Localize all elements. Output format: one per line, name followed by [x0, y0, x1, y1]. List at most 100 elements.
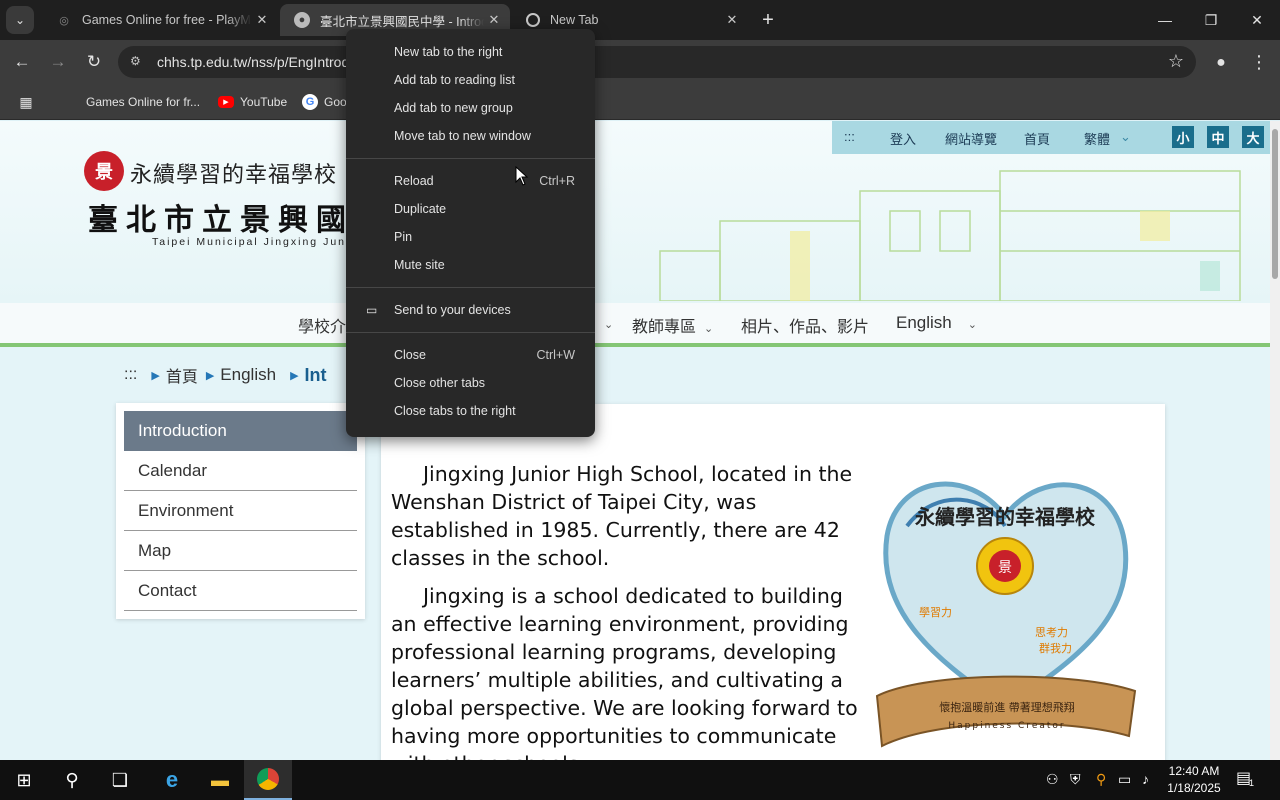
notification-button[interactable]: ▤ 1	[1236, 768, 1258, 790]
nav-english[interactable]: English ⌄	[896, 313, 977, 333]
clock-time: 12:40 AM	[1168, 764, 1220, 778]
edge-icon: e	[165, 767, 179, 792]
screen: { "tabs": [ {"title": "Games Online for …	[0, 0, 1280, 800]
bookmark-star-icon[interactable]: ☆	[1168, 51, 1184, 72]
task-view-icon: ❏	[111, 769, 129, 790]
task-view-button[interactable]: ❏	[96, 760, 144, 800]
menu-item-label: Close	[394, 348, 426, 362]
menu-shortcut: Ctrl+R	[539, 174, 575, 188]
accesskey-marker[interactable]: :::	[844, 129, 855, 144]
nav-teachers[interactable]: 教師專區 ⌄	[632, 313, 713, 337]
emblem-seal-glyph: 景	[998, 560, 1012, 576]
minimize-icon: —	[1158, 12, 1172, 28]
arrow-left-icon: ←	[13, 52, 31, 71]
language-select[interactable]: 繁體	[1084, 129, 1110, 148]
main-nav: 學校介 ⌄ 教師專區 ⌄ 相片、作品、影片 English ⌄	[0, 303, 1270, 347]
menu-item-mute-site[interactable]: Mute site	[346, 251, 595, 279]
bookmark-games[interactable]: Games Online for fr...	[64, 92, 200, 112]
minimize-button[interactable]: —	[1142, 0, 1188, 40]
emblem-ring-text: 永續學習的幸福學校	[914, 505, 1096, 529]
restore-icon: ❐	[1204, 11, 1218, 28]
sidebar-item-environment[interactable]: Environment	[124, 491, 357, 531]
menu-item-new-tab-right[interactable]: New tab to the right	[346, 38, 595, 66]
tab-search-button[interactable]: ⌄	[6, 6, 34, 34]
font-size-medium-button[interactable]: 中	[1207, 126, 1229, 148]
menu-item-close-other[interactable]: Close other tabs	[346, 369, 595, 397]
chevron-down-icon: ⌄	[1120, 129, 1131, 144]
intro-paragraph-1: Jingxing Junior High School, located in …	[391, 462, 853, 570]
emblem-left-badge: 學習力	[919, 606, 952, 619]
menu-item-close-right[interactable]: Close tabs to the right	[346, 397, 595, 425]
chrome-taskbar-button[interactable]	[244, 760, 292, 800]
menu-item-pin[interactable]: Pin	[346, 223, 595, 251]
gamepad-icon: ◎	[59, 14, 69, 27]
breadcrumb-current: Int	[304, 364, 327, 385]
tab-games[interactable]: ◎ Games Online for free - PlayMin ✕	[42, 4, 278, 36]
menu-item-send-devices[interactable]: ▭ Send to your devices	[346, 296, 595, 324]
page-scrollbar[interactable]	[1270, 121, 1280, 760]
sidebar-item-map[interactable]: Map	[124, 531, 357, 571]
back-button[interactable]: ←	[10, 50, 34, 74]
address-bar[interactable]: ⚙ chhs.tp.edu.tw/nss/p/EngIntroduction ☆	[118, 46, 1196, 78]
login-link[interactable]: 登入	[890, 129, 916, 148]
system-clock[interactable]: 12:40 AM 1/18/2025	[1160, 763, 1228, 797]
sitemap-link[interactable]: 網站導覽	[945, 129, 997, 148]
restore-button[interactable]: ❐	[1188, 0, 1234, 40]
menu-item-duplicate[interactable]: Duplicate	[346, 195, 595, 223]
reload-button[interactable]: ↻	[82, 50, 106, 74]
tab-context-menu: New tab to the right Add tab to reading …	[346, 29, 595, 437]
breadcrumb-home[interactable]: 首頁	[166, 363, 198, 387]
chrome-icon	[257, 768, 279, 790]
menu-item-label: Duplicate	[394, 202, 447, 216]
mouse-cursor-icon	[515, 166, 529, 186]
bookmarks-bar: ▦ Games Online for fr... ▶ YouTube G Goo	[0, 84, 1280, 120]
plus-icon: +	[762, 8, 774, 31]
bookmark-label: YouTube	[240, 95, 288, 109]
menu-separator	[346, 332, 595, 333]
school-emblem-image: 景 永續學習的幸福學校 學習力 思考力 群我力 懷抱溫暖前進 帶著理想飛翔 Ha…	[875, 481, 1137, 748]
menu-item-reload[interactable]: Reload Ctrl+R	[346, 167, 595, 195]
menu-item-close[interactable]: Close Ctrl+W	[346, 341, 595, 369]
close-icon[interactable]: ✕	[252, 12, 272, 28]
network-icon[interactable]: ▭	[1118, 771, 1131, 788]
defender-icon[interactable]: ⛨	[1070, 771, 1081, 788]
menu-item-move-new-window[interactable]: Move tab to new window	[346, 122, 595, 150]
font-size-small-button[interactable]: 小	[1172, 126, 1194, 148]
close-icon[interactable]: ✕	[484, 12, 504, 28]
new-tab-button[interactable]: +	[756, 8, 780, 32]
volume-icon[interactable]: ♪	[1142, 771, 1149, 787]
search-tray-icon[interactable]: ⚲	[1096, 771, 1106, 788]
menu-item-label: Mute site	[394, 258, 445, 272]
font-size-large-button[interactable]: 大	[1242, 126, 1264, 148]
sidebar-item-introduction[interactable]: Introduction	[124, 411, 357, 451]
nav-media[interactable]: 相片、作品、影片	[741, 313, 869, 337]
people-icon[interactable]: ⚇	[1046, 771, 1059, 788]
menu-item-add-tab-group[interactable]: Add tab to new group	[346, 94, 595, 122]
nav-school-intro[interactable]: 學校介	[298, 313, 346, 337]
sidebar-item-contact[interactable]: Contact	[124, 571, 357, 611]
forward-button[interactable]: →	[46, 50, 70, 74]
menu-item-add-reading-list[interactable]: Add tab to reading list	[346, 66, 595, 94]
emblem-right-badge-2: 群我力	[1039, 641, 1072, 655]
bookmark-google[interactable]: G Goo	[302, 92, 347, 112]
edge-button[interactable]: e	[148, 760, 196, 800]
tab-title: 臺北市立景興國民中學 - Introduction	[320, 14, 484, 29]
sidebar-item-calendar[interactable]: Calendar	[124, 451, 357, 491]
file-explorer-button[interactable]: ▬	[196, 760, 244, 800]
tab-title: New Tab	[550, 13, 599, 27]
scrollbar-thumb[interactable]	[1272, 129, 1278, 279]
home-link[interactable]: 首頁	[1024, 129, 1050, 148]
close-window-button[interactable]: ✕	[1234, 0, 1280, 40]
menu-button[interactable]: ⋮	[1248, 50, 1270, 74]
profile-button[interactable]: ●	[1208, 50, 1234, 76]
breadcrumb-english[interactable]: English	[220, 365, 276, 385]
apps-button[interactable]: ▦	[18, 92, 40, 112]
search-button[interactable]: ⚲	[48, 760, 96, 800]
site-info-icon[interactable]: ⚙	[130, 54, 146, 70]
menu-item-label: Pin	[394, 230, 413, 244]
nav-label: 相片、作品、影片	[741, 319, 870, 336]
close-icon[interactable]: ✕	[722, 12, 742, 28]
bookmark-youtube[interactable]: ▶ YouTube	[218, 92, 287, 112]
school-logo[interactable]: 景 永續學習的幸福學校 臺北市立景興國 Taipei Municipal Jin…	[84, 151, 384, 251]
start-button[interactable]: ⊞	[0, 760, 48, 800]
